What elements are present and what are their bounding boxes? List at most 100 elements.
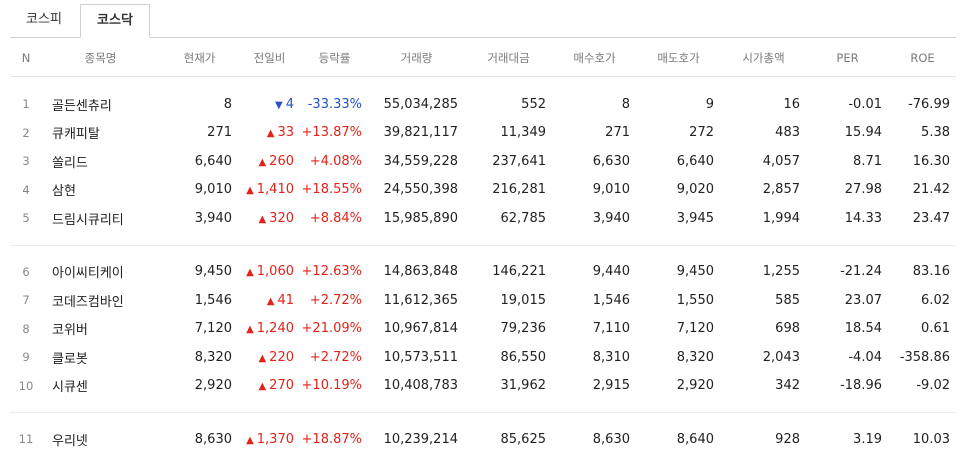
per-cell: 23.07 <box>844 292 882 308</box>
bid-cell: 271 <box>605 125 630 141</box>
ask-cell: 7,120 <box>676 321 714 337</box>
rate-cell: +4.08% <box>309 153 362 169</box>
triangle-up-icon: ▲ <box>246 185 254 197</box>
bid-cell: 8,630 <box>592 431 630 447</box>
volume-cell: 10,967,814 <box>383 321 458 337</box>
price-cell: 8,320 <box>194 349 232 365</box>
change-cell: ▲ 33 <box>238 119 300 148</box>
ask-cell: 9 <box>705 96 714 112</box>
bid-cell: 8 <box>621 96 630 112</box>
col-header-amount: 거래대금 <box>464 40 552 77</box>
col-header-bid: 매수호가 <box>552 40 636 77</box>
rate-cell: +13.87% <box>301 125 362 141</box>
triangle-up-icon: ▲ <box>258 381 267 393</box>
roe-cell: 83.16 <box>912 264 950 280</box>
table-row[interactable]: 4 삼현 9,010 ▲ 1,410 +18.55% 24,550,398 216,281 9,… <box>10 176 956 205</box>
change-cell: ▲ 1,060 <box>238 258 300 287</box>
stock-name-link[interactable]: 쏠리드 <box>42 147 160 176</box>
volume-cell: 39,821,117 <box>383 125 458 141</box>
table-row[interactable]: 3 쏠리드 6,640 ▲ 260 +4.08% 34,559,228 237,641 6,63… <box>10 147 956 176</box>
per-cell: 8.71 <box>853 153 882 169</box>
change-value: 270 <box>269 378 294 394</box>
col-header-name: 종목명 <box>42 40 160 77</box>
rank-cell: 3 <box>22 154 30 169</box>
volume-cell: 10,573,511 <box>383 349 458 365</box>
stock-name-link[interactable]: 삼현 <box>42 176 160 205</box>
table-row[interactable]: 11 우리넷 8,630 ▲ 1,370 +18.87% 10,239,214 85,625 8… <box>10 425 956 454</box>
roe-cell: 10.03 <box>912 431 950 447</box>
amount-cell: 85,625 <box>500 431 547 447</box>
rank-cell: 7 <box>22 293 30 308</box>
stock-name-link[interactable]: 코위버 <box>42 315 160 344</box>
col-header-rate: 등락률 <box>300 40 368 77</box>
col-header-roe: ROE <box>888 40 956 77</box>
change-value: 41 <box>277 292 294 308</box>
per-cell: -4.04 <box>848 349 882 365</box>
price-cell: 271 <box>207 125 232 141</box>
mktcap-cell: 4,057 <box>762 153 800 169</box>
stock-name-link[interactable]: 골든센츄리 <box>42 90 160 119</box>
per-cell: -0.01 <box>848 96 882 112</box>
rate-cell: +18.55% <box>301 182 362 198</box>
change-value: 33 <box>277 125 294 141</box>
volume-cell: 10,239,214 <box>383 431 458 447</box>
stock-name-link[interactable]: 아이씨티케이 <box>42 258 160 287</box>
table-row[interactable]: 8 코위버 7,120 ▲ 1,240 +21.09% 10,967,814 79,236 7,… <box>10 315 956 344</box>
amount-cell: 146,221 <box>492 264 546 280</box>
bid-cell: 3,940 <box>592 210 630 226</box>
tab-kospi[interactable]: 코스피 <box>10 4 78 36</box>
volume-cell: 15,985,890 <box>383 210 458 226</box>
per-cell: 3.19 <box>853 431 882 447</box>
rank-cell: 5 <box>22 211 30 226</box>
price-cell: 8,630 <box>194 431 232 447</box>
stock-name-link[interactable]: 드림시큐리티 <box>42 204 160 233</box>
stock-name-link[interactable]: 시큐센 <box>42 372 160 401</box>
change-cell: ▲ 1,370 <box>238 425 300 454</box>
table-row[interactable]: 1 골든센츄리 8 ▼ 4 -33.33% 55,034,285 552 8 9 16 -0.01 -7… <box>10 90 956 119</box>
roe-cell: -76.99 <box>908 96 950 112</box>
table-header-row: N 종목명 현재가 전일비 등락률 거래량 거래대금 매수호가 매도호가 시가총… <box>10 40 956 77</box>
ask-cell: 8,320 <box>676 349 714 365</box>
table-row[interactable]: 9 클로봇 8,320 ▲ 220 +2.72% 10,573,511 86,550 8,310… <box>10 343 956 372</box>
change-value: 320 <box>269 210 294 226</box>
change-value: 1,370 <box>256 431 294 447</box>
table-row[interactable]: 6 아이씨티케이 9,450 ▲ 1,060 +12.63% 14,863,848 146,2… <box>10 258 956 287</box>
change-value: 220 <box>269 349 294 365</box>
rank-cell: 11 <box>18 432 34 447</box>
table-row[interactable]: 5 드림시큐리티 3,940 ▲ 320 +8.84% 15,985,890 62,785 3,… <box>10 204 956 233</box>
rank-cell: 2 <box>22 125 30 140</box>
col-header-volume: 거래량 <box>368 40 464 77</box>
price-cell: 9,450 <box>194 264 232 280</box>
change-value: 1,410 <box>256 182 294 198</box>
stock-name-link[interactable]: 코데즈컴바인 <box>42 286 160 315</box>
ask-cell: 1,550 <box>676 292 714 308</box>
stock-table: N 종목명 현재가 전일비 등락률 거래량 거래대금 매수호가 매도호가 시가총… <box>10 40 956 454</box>
triangle-up-icon: ▲ <box>246 324 254 336</box>
market-ranking-widget: 코스피 코스닥 N 종목명 현재가 전일비 등락률 거래량 거래대금 매수호가 … <box>0 0 966 449</box>
rank-cell: 8 <box>22 321 30 336</box>
per-cell: 27.98 <box>844 182 882 198</box>
change-cell: ▲ 1,410 <box>238 176 300 205</box>
price-cell: 7,120 <box>194 321 232 337</box>
triangle-down-icon: ▼ <box>275 99 283 111</box>
table-row[interactable]: 7 코데즈컴바인 1,546 ▲ 41 +2.72% 11,612,365 19,015 1,5… <box>10 286 956 315</box>
table-row[interactable]: 2 큐캐피탈 271 ▲ 33 +13.87% 39,821,117 11,349 271 272… <box>10 119 956 148</box>
change-value: 4 <box>285 96 294 112</box>
volume-cell: 24,550,398 <box>383 182 458 198</box>
ask-cell: 6,640 <box>676 153 714 169</box>
price-cell: 1,546 <box>194 292 232 308</box>
amount-cell: 79,236 <box>500 321 547 337</box>
table-row[interactable]: 10 시큐센 2,920 ▲ 270 +10.19% 10,408,783 31,962 2,9… <box>10 372 956 401</box>
roe-cell: 21.42 <box>912 182 950 198</box>
tab-kosdaq[interactable]: 코스닥 <box>80 4 150 38</box>
rank-cell: 6 <box>22 264 30 279</box>
mktcap-cell: 483 <box>775 125 800 141</box>
market-tabs: 코스피 코스닥 <box>10 4 956 38</box>
stock-name-link[interactable]: 큐캐피탈 <box>42 119 160 148</box>
rate-cell: -33.33% <box>307 96 362 112</box>
rate-cell: +18.87% <box>301 431 362 447</box>
stock-name-link[interactable]: 우리넷 <box>42 425 160 454</box>
ask-cell: 272 <box>689 125 714 141</box>
volume-cell: 55,034,285 <box>383 96 458 112</box>
stock-name-link[interactable]: 클로봇 <box>42 343 160 372</box>
